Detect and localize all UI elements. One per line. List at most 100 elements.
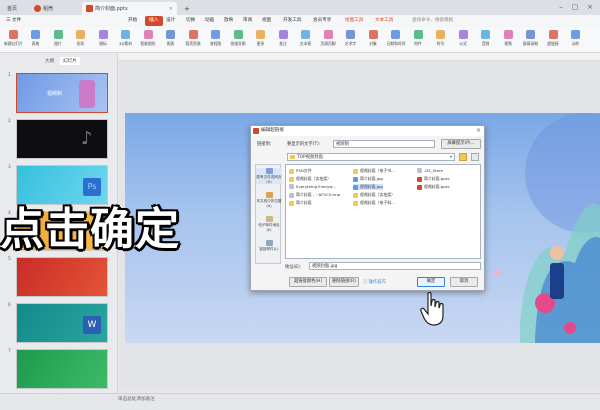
ribbon-icon <box>121 30 130 39</box>
maximize-icon[interactable]: ▢ <box>570 2 580 12</box>
ribbon-button-label: 表格 <box>31 41 40 46</box>
file-item[interactable]: 视频封面（电子书... <box>353 168 395 174</box>
ribbon-button[interactable]: 符号 <box>432 30 450 47</box>
ribbon-button[interactable]: 流程图 <box>207 30 225 47</box>
slide-thumb-7[interactable] <box>16 349 108 389</box>
notes-placeholder[interactable]: 单击此处添加备注 <box>118 396 155 402</box>
new-tab-button[interactable]: + <box>180 2 194 15</box>
slide-thumb-2[interactable]: ♪ <box>16 119 108 159</box>
ribbon-button[interactable]: 视频 <box>499 30 517 47</box>
tab-docer[interactable]: 稻壳 <box>30 2 57 15</box>
menu-drawing-tools[interactable]: 绘图工具 <box>345 17 363 23</box>
ribbon-button[interactable]: 屏幕录制 <box>522 30 540 47</box>
place-email[interactable]: 电子邮件地址(E) <box>256 216 282 232</box>
display-text-field[interactable]: 视频制 <box>333 140 435 148</box>
menu-transition[interactable]: 切换 <box>186 17 195 23</box>
file-item[interactable]: 简介封面 <box>289 200 312 206</box>
ribbon-button[interactable]: 艺术字 <box>342 30 360 47</box>
menu-developer[interactable]: 开发工具 <box>283 17 301 23</box>
ribbon-button[interactable]: 3D素材 <box>117 30 135 47</box>
hyperlink-color-button[interactable]: 超链接颜色(H) <box>289 277 327 287</box>
ribbon-icon <box>526 30 535 39</box>
ribbon-button[interactable]: 对象 <box>364 30 382 47</box>
ribbon-button[interactable]: 图标 <box>94 30 112 47</box>
menu-text-tools[interactable]: 文本工具 <box>375 17 393 23</box>
tab-outline[interactable]: 大纲 <box>42 57 57 65</box>
ribbon-button[interactable]: 文本框 <box>297 30 315 47</box>
ribbon-button[interactable]: 思维导图 <box>229 30 247 47</box>
menu-review[interactable]: 审阅 <box>243 17 252 23</box>
menu-start[interactable]: 开始 <box>128 17 137 23</box>
ribbon-button[interactable]: 智能图形 <box>139 30 157 47</box>
paperclip-icon <box>265 240 273 246</box>
menu-animation[interactable]: 动画 <box>205 17 214 23</box>
tab-home[interactable]: 首页 <box>3 2 21 15</box>
menu-member[interactable]: 会员专享 <box>313 17 331 23</box>
ribbon-button[interactable]: 超链接 <box>544 30 562 47</box>
ribbon-button-label: 艺术字 <box>344 41 357 46</box>
tab-slides[interactable]: 幻灯片 <box>60 57 80 65</box>
slide-thumb-6[interactable]: W <box>16 303 108 343</box>
close-icon[interactable]: × <box>476 127 481 134</box>
file-item[interactable]: 简介封面 - ~$F5C5.tmp <box>289 192 340 198</box>
ribbon-button-label: 图标 <box>99 41 107 46</box>
tab-document[interactable]: 简介封面.pptx × <box>82 2 177 15</box>
address-field[interactable]: 视频封面.jpg <box>309 262 481 270</box>
help-link[interactable]: ⓘ 操作技巧 <box>363 279 386 285</box>
file-item[interactable]: 视频封面.jpg <box>353 184 383 190</box>
folder-name: TOP视频封面 <box>297 154 323 160</box>
ribbon-button[interactable]: 更多 <box>252 30 270 47</box>
menu-design[interactable]: 设计 <box>166 17 175 23</box>
ribbon-button[interactable]: 附件 <box>409 30 427 47</box>
place-this-document[interactable]: 本文档中的位置(A) <box>256 192 282 208</box>
ribbon-button[interactable]: 公式 <box>454 30 472 47</box>
file-item[interactable]: 视频封面（实拍类） <box>289 176 331 182</box>
ribbon-button-label: 日期和时间 <box>386 41 406 46</box>
ribbon-button[interactable]: 页眉页脚 <box>319 30 337 47</box>
ribbon-button[interactable]: 表格 <box>27 30 45 47</box>
ribbon-icon <box>8 30 18 39</box>
docer-icon <box>34 5 41 12</box>
ribbon-button[interactable]: 音频 <box>477 30 495 47</box>
cancel-button[interactable]: 取消 <box>450 277 478 287</box>
plus-icon: + <box>184 4 190 13</box>
close-tab-icon[interactable]: × <box>169 6 173 12</box>
ribbon-button[interactable]: 批注 <box>274 30 292 47</box>
ok-button[interactable]: 确定 <box>417 277 445 287</box>
screen-tip-button[interactable]: 屏幕提示(P)... <box>441 139 481 149</box>
slide-thumb-5[interactable] <box>16 257 108 297</box>
ribbon-button[interactable]: 图片 <box>49 30 67 47</box>
slide-number: 5 <box>8 257 11 262</box>
place-attachment[interactable]: 链接附件(L) <box>256 240 282 252</box>
ribbon-button[interactable]: 日期和时间 <box>387 30 405 47</box>
file-item[interactable]: 视频封面（实拍类） <box>353 192 395 198</box>
minimize-icon[interactable]: – <box>556 2 566 12</box>
file-item[interactable]: 简介封面.pptx <box>417 176 450 182</box>
menu-insert[interactable]: 插入 <box>145 16 163 26</box>
browse-file-icon[interactable] <box>471 153 479 161</box>
place-existing-file[interactable]: 原有文件或网页(X) <box>256 168 282 184</box>
remove-link-button[interactable]: 删除链接(R) <box>329 277 359 287</box>
file-item[interactable]: .DS_Store <box>417 168 443 173</box>
file-item[interactable]: 视频封面.pptx <box>417 184 450 190</box>
tab-label: 首页 <box>7 6 18 12</box>
file-item[interactable]: Everything Everyw... <box>289 184 336 189</box>
folder-select[interactable]: TOP视频封面 ▾ <box>287 153 455 161</box>
ribbon-button[interactable]: 新建幻灯片 <box>4 30 23 47</box>
file-menu[interactable]: 三 文件 <box>6 17 21 23</box>
ribbon-button[interactable]: 动作 <box>567 30 585 47</box>
file-item[interactable]: 视频封面（电子科... <box>353 200 395 206</box>
ribbon-button[interactable]: 图表 <box>162 30 180 47</box>
command-search[interactable]: 查找命令、搜索模板 <box>412 17 453 23</box>
slide-thumb-1[interactable]: 视频制 <box>16 73 108 113</box>
ribbon-button[interactable]: 稻壳资源 <box>184 30 202 47</box>
menu-slideshow[interactable]: 放映 <box>224 17 233 23</box>
browse-folder-icon[interactable] <box>459 153 467 161</box>
menu-view[interactable]: 视图 <box>262 17 271 23</box>
file-item[interactable]: 简介封面.jpg <box>353 176 383 182</box>
ribbon-button[interactable]: 形状 <box>72 30 90 47</box>
close-window-icon[interactable]: × <box>585 2 595 12</box>
ribbon-button-label: 公式 <box>459 41 467 46</box>
file-item[interactable]: PSD文件 <box>289 168 312 174</box>
ribbon-icon <box>143 30 153 39</box>
